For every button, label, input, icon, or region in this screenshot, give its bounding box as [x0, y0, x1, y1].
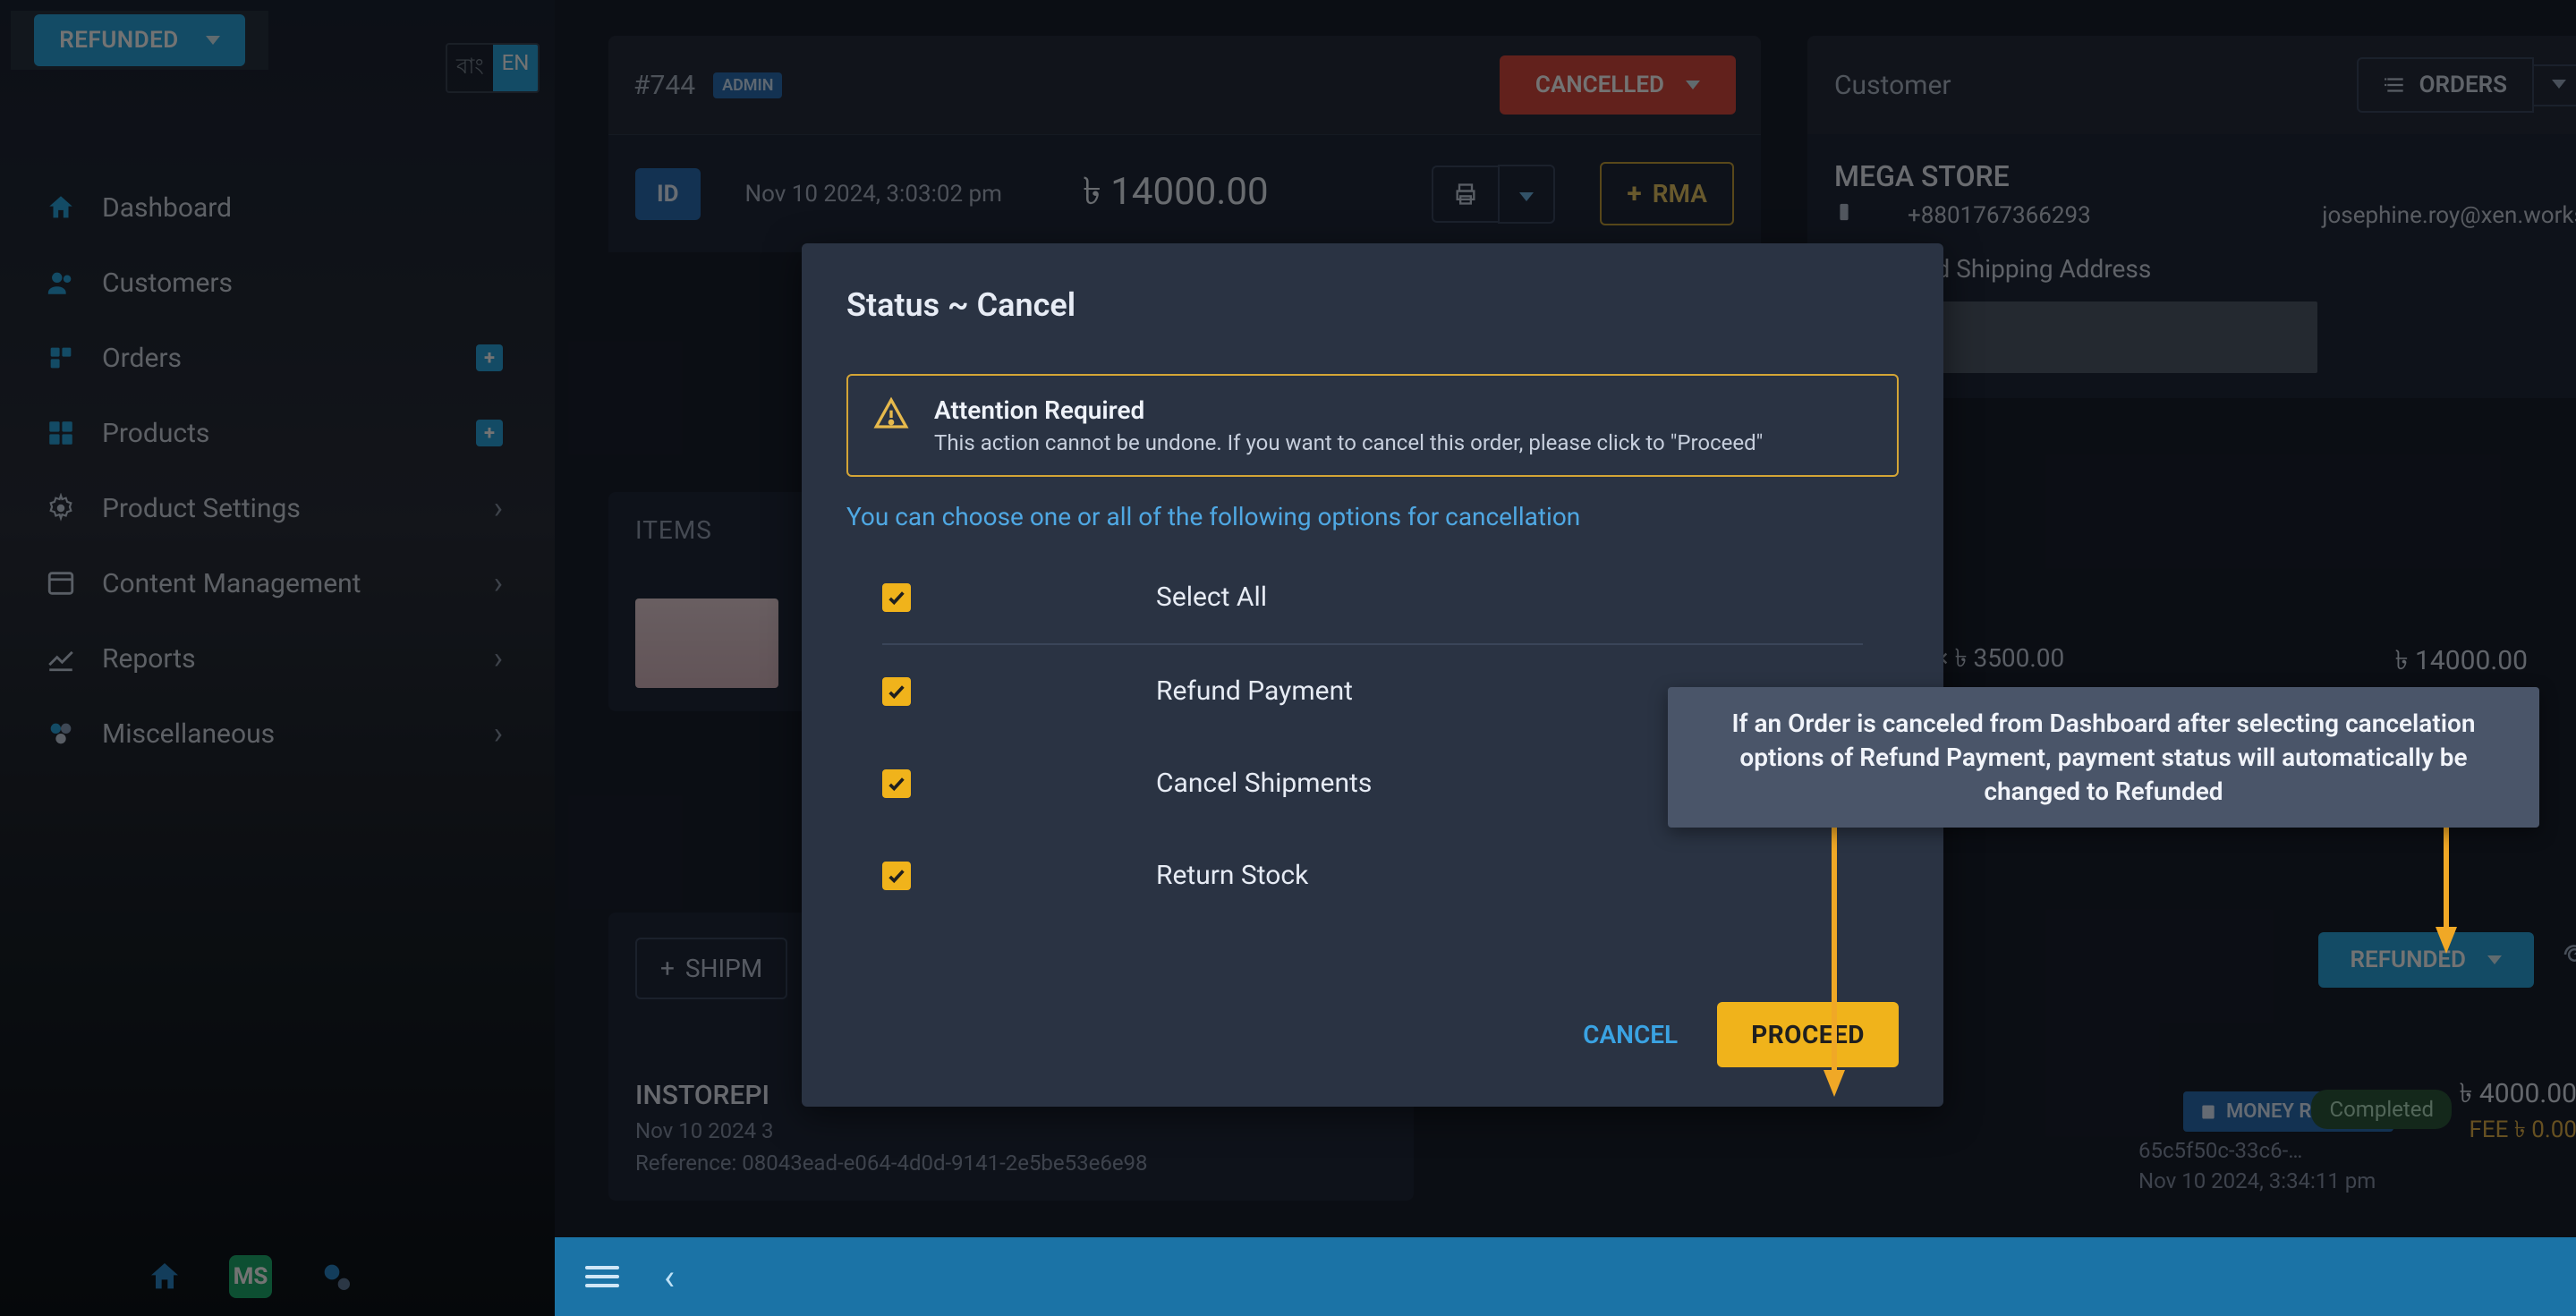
checkbox-checked-icon[interactable] — [882, 862, 911, 890]
option-select-all[interactable]: Select All — [882, 551, 1863, 645]
options-hint: You can choose one or all of the followi… — [846, 502, 1899, 531]
cancel-status-modal: Status ~ Cancel Attention Required This … — [802, 243, 1943, 1107]
checkbox-checked-icon[interactable] — [882, 677, 911, 706]
option-label: Refund Payment — [1156, 675, 1353, 707]
alert-title: Attention Required — [934, 395, 1763, 425]
annotation-callout: If an Order is canceled from Dashboard a… — [1668, 687, 2539, 828]
modal-actions: CANCEL PROCEED — [846, 1002, 1899, 1067]
option-label: Return Stock — [1156, 860, 1308, 891]
back-icon[interactable]: ‹ — [664, 1256, 675, 1298]
option-return-stock[interactable]: Return Stock — [882, 829, 1863, 921]
warning-icon — [873, 395, 909, 431]
checkbox-checked-icon[interactable] — [882, 583, 911, 612]
hamburger-icon[interactable] — [585, 1266, 619, 1287]
bottom-bar: ‹ — [555, 1237, 2576, 1316]
attention-alert: Attention Required This action cannot be… — [846, 374, 1899, 477]
cancel-button[interactable]: CANCEL — [1583, 1020, 1678, 1049]
modal-title: Status ~ Cancel — [846, 286, 1899, 324]
alert-body: This action cannot be undone. If you wan… — [934, 430, 1763, 455]
proceed-button[interactable]: PROCEED — [1717, 1002, 1899, 1067]
option-label: Select All — [1156, 582, 1267, 613]
checkbox-checked-icon[interactable] — [882, 769, 911, 798]
option-label: Cancel Shipments — [1156, 768, 1372, 799]
